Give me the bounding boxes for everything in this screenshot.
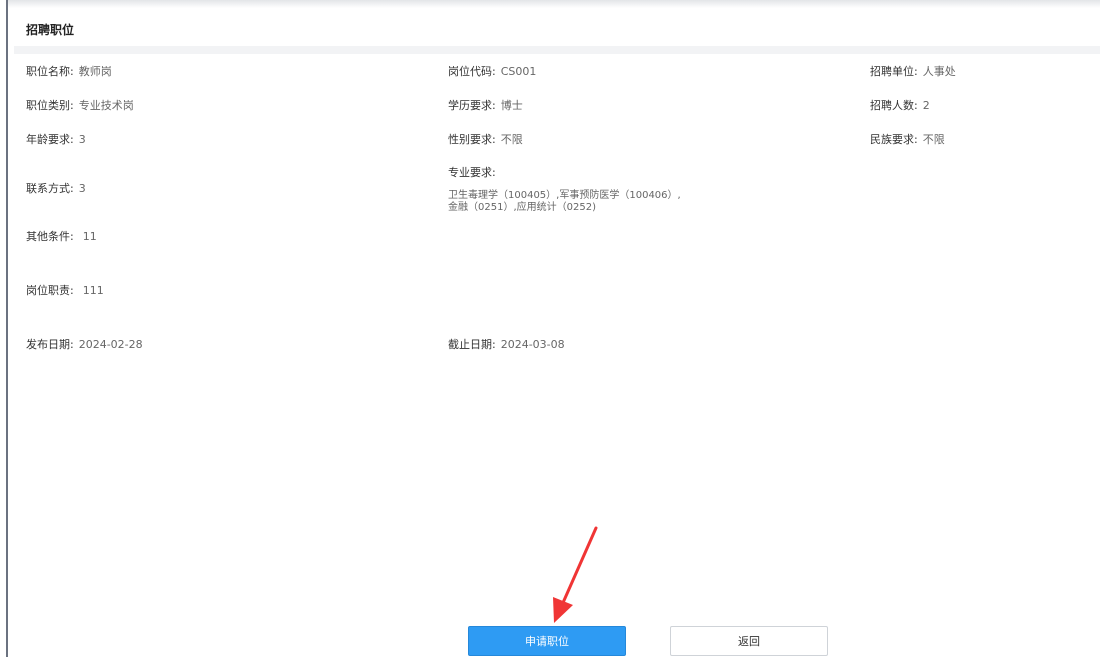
other-conditions-value: 11 (82, 230, 97, 243)
major-label: 专业要求: (448, 166, 496, 179)
position-category-value: 专业技术岗 (78, 99, 134, 112)
header-divider (14, 46, 1100, 54)
contact-value: 3 (78, 182, 86, 195)
field-gender: 性别要求: 不限 (448, 133, 523, 147)
publish-date-label: 发布日期: (26, 338, 74, 351)
field-recruit-count: 招聘人数: 2 (870, 99, 930, 113)
recruit-count-value: 2 (922, 99, 930, 112)
section-title: 招聘职位 (26, 23, 75, 37)
ethnicity-value: 不限 (922, 133, 945, 146)
position-code-value: CS001 (500, 65, 537, 78)
field-education: 学历要求: 博士 (448, 99, 523, 113)
contact-label: 联系方式: (26, 182, 74, 195)
field-position-category: 职位类别: 专业技术岗 (26, 99, 134, 113)
duties-value: 111 (82, 284, 104, 297)
recruit-unit-label: 招聘单位: (870, 65, 918, 78)
age-value: 3 (78, 133, 86, 146)
field-ethnicity: 民族要求: 不限 (870, 133, 945, 147)
position-category-label: 职位类别: (26, 99, 74, 112)
ethnicity-label: 民族要求: (870, 133, 918, 146)
apply-position-button[interactable]: 申请职位 (468, 626, 626, 656)
field-position-name: 职位名称: 教师岗 (26, 65, 112, 79)
field-age: 年龄要求: 3 (26, 133, 86, 147)
publish-date-value: 2024-02-28 (78, 338, 143, 351)
education-value: 博士 (500, 99, 523, 112)
deadline-value: 2024-03-08 (500, 338, 565, 351)
top-shadow (8, 0, 1100, 8)
red-arrow-annotation (553, 526, 598, 623)
gender-value: 不限 (500, 133, 523, 146)
field-duties: 岗位职责: 111 (26, 284, 104, 298)
section-header (14, 11, 1100, 47)
field-other-conditions: 其他条件: 11 (26, 230, 97, 244)
field-publish-date: 发布日期: 2024-02-28 (26, 338, 143, 352)
age-label: 年龄要求: (26, 133, 74, 146)
field-contact: 联系方式: 3 (26, 182, 86, 196)
position-name-value: 教师岗 (78, 65, 112, 78)
back-button[interactable]: 返回 (670, 626, 828, 656)
position-name-label: 职位名称: (26, 65, 74, 78)
duties-label: 岗位职责: (26, 284, 74, 297)
recruit-unit-value: 人事处 (922, 65, 956, 78)
education-label: 学历要求: (448, 99, 496, 112)
recruit-count-label: 招聘人数: (870, 99, 918, 112)
other-conditions-label: 其他条件: (26, 230, 74, 243)
left-border (6, 0, 8, 657)
field-major: 专业要求: 卫生毒理学（100405）,军事预防医学（100406）,金融（02… (448, 166, 688, 214)
major-value: 卫生毒理学（100405）,军事预防医学（100406）,金融（0251）,应用… (448, 190, 681, 213)
gender-label: 性别要求: (448, 133, 496, 146)
field-deadline: 截止日期: 2024-03-08 (448, 338, 565, 352)
deadline-label: 截止日期: (448, 338, 496, 351)
field-recruit-unit: 招聘单位: 人事处 (870, 65, 956, 79)
field-position-code: 岗位代码: CS001 (448, 65, 536, 79)
position-code-label: 岗位代码: (448, 65, 496, 78)
